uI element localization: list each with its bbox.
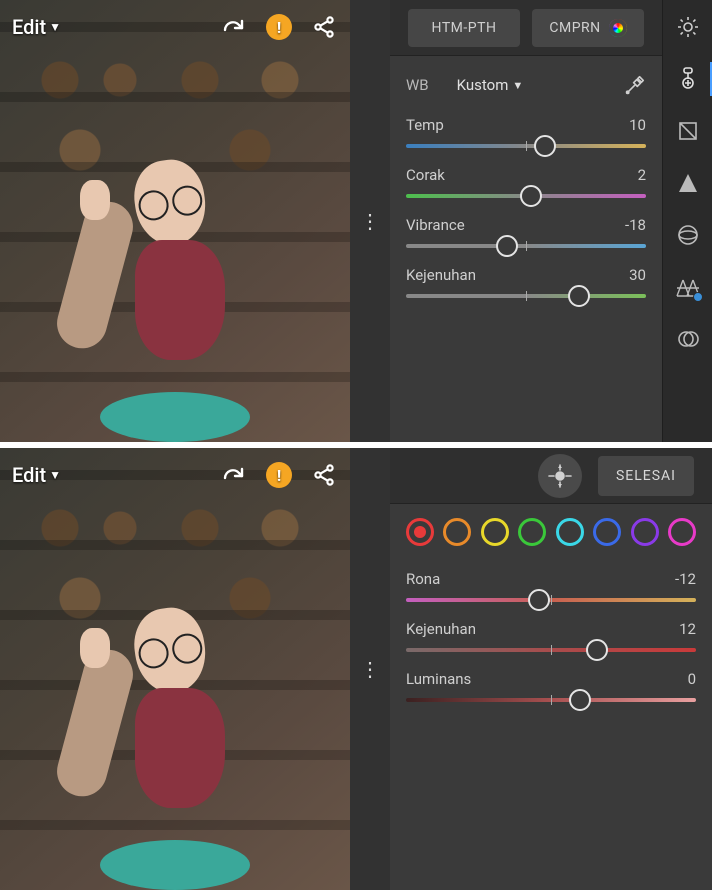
share-icon[interactable] bbox=[310, 13, 338, 41]
photo-preview[interactable]: Edit ▼ ! bbox=[0, 0, 350, 442]
controls-color-mix: SELESAI Rona-12 Kejenuhan12 Luminans0 bbox=[390, 448, 712, 890]
tab-cmprn[interactable]: CMPRN bbox=[532, 9, 644, 47]
caret-down-icon: ▼ bbox=[49, 468, 61, 482]
photo-topbar: Edit ▼ ! bbox=[0, 448, 350, 502]
panel-color-mix: Edit ▼ ! ⋮ bbox=[0, 448, 712, 890]
photo-preview[interactable]: Edit ▼ ! bbox=[0, 448, 350, 890]
overflow-menu-icon[interactable]: ⋮ bbox=[350, 0, 390, 442]
slider-hue[interactable]: Rona-12 bbox=[406, 570, 696, 602]
white-balance-row: WB Kustom▼ bbox=[406, 74, 646, 96]
warning-icon[interactable]: ! bbox=[266, 14, 292, 40]
color-wheel-icon bbox=[609, 19, 627, 37]
color-swatch[interactable] bbox=[443, 518, 471, 546]
slider-vibrance[interactable]: Vibrance-18 bbox=[406, 216, 646, 248]
warning-icon[interactable]: ! bbox=[266, 462, 292, 488]
color-swatch[interactable] bbox=[518, 518, 546, 546]
slider-thumb[interactable] bbox=[520, 185, 542, 207]
done-button[interactable]: SELESAI bbox=[598, 456, 694, 496]
caret-down-icon: ▼ bbox=[49, 20, 61, 34]
light-icon[interactable] bbox=[675, 14, 701, 40]
redo-icon[interactable] bbox=[220, 461, 248, 489]
crop-icon[interactable] bbox=[675, 118, 701, 144]
optics-icon[interactable] bbox=[675, 274, 701, 300]
color-swatch[interactable] bbox=[593, 518, 621, 546]
slider-tint[interactable]: Corak2 bbox=[406, 166, 646, 198]
edit-dropdown[interactable]: Edit ▼ bbox=[12, 15, 61, 39]
slider-thumb[interactable] bbox=[568, 285, 590, 307]
redo-icon[interactable] bbox=[220, 13, 248, 41]
color-mix-header: SELESAI bbox=[390, 448, 712, 504]
wb-preset-dropdown[interactable]: Kustom▼ bbox=[457, 76, 524, 94]
edit-label: Edit bbox=[12, 463, 46, 487]
slider-thumb[interactable] bbox=[496, 235, 518, 257]
color-swatch[interactable] bbox=[668, 518, 696, 546]
detail-icon[interactable] bbox=[675, 222, 701, 248]
edit-dropdown[interactable]: Edit ▼ bbox=[12, 463, 61, 487]
panel-color-basic: Edit ▼ ! ⋮ HTM-PTH bbox=[0, 0, 712, 448]
color-swatch[interactable] bbox=[481, 518, 509, 546]
slider-luminance[interactable]: Luminans0 bbox=[406, 670, 696, 702]
targeted-adjust-button[interactable] bbox=[538, 454, 582, 498]
slider-temp[interactable]: Temp10 bbox=[406, 116, 646, 148]
overflow-menu-icon[interactable]: ⋮ bbox=[350, 448, 390, 890]
share-icon[interactable] bbox=[310, 461, 338, 489]
right-tool-rail bbox=[662, 0, 712, 442]
photo-topbar: Edit ▼ ! bbox=[0, 0, 350, 54]
slider-thumb[interactable] bbox=[569, 689, 591, 711]
slider-thumb[interactable] bbox=[586, 639, 608, 661]
slider-saturation[interactable]: Kejenuhan30 bbox=[406, 266, 646, 298]
compare-tabs: HTM-PTH CMPRN bbox=[390, 0, 662, 56]
slider-saturation[interactable]: Kejenuhan12 bbox=[406, 620, 696, 652]
tab-htm-pth[interactable]: HTM-PTH bbox=[408, 9, 520, 47]
wb-label: WB bbox=[406, 76, 429, 94]
color-swatch[interactable] bbox=[556, 518, 584, 546]
slider-thumb[interactable] bbox=[528, 589, 550, 611]
geometry-icon[interactable] bbox=[675, 326, 701, 352]
effects-icon[interactable] bbox=[675, 170, 701, 196]
controls-color: HTM-PTH CMPRN WB Kustom▼ T bbox=[390, 0, 712, 442]
color-swatch[interactable] bbox=[631, 518, 659, 546]
slider-thumb[interactable] bbox=[534, 135, 556, 157]
edit-label: Edit bbox=[12, 15, 46, 39]
badge-dot-icon bbox=[693, 292, 703, 302]
color-icon[interactable] bbox=[675, 66, 701, 92]
color-swatch-row bbox=[406, 518, 696, 546]
eyedropper-icon[interactable] bbox=[624, 74, 646, 96]
color-swatch[interactable] bbox=[406, 518, 434, 546]
